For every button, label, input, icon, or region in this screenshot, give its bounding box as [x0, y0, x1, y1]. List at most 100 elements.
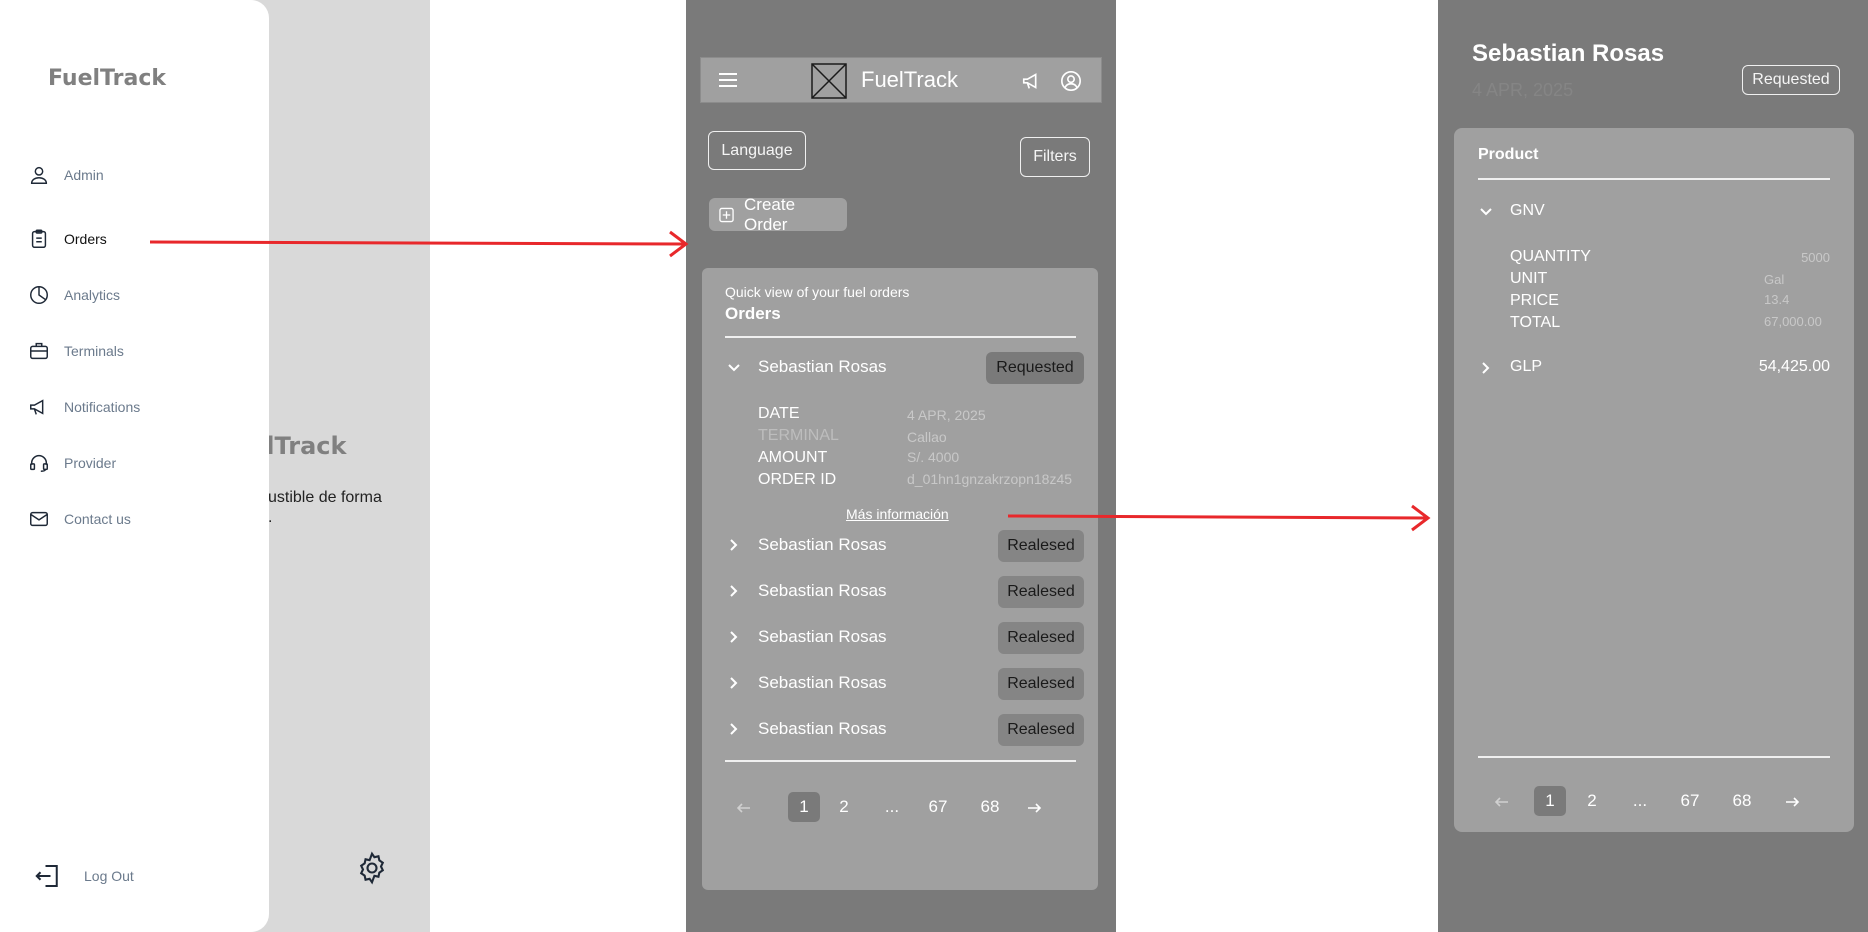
- nav-drawer: FuelTrack Admin Orders Analytics Termina…: [0, 0, 269, 932]
- nav-item-notifications[interactable]: Notifications: [28, 393, 140, 421]
- order-customer-name: Sebastian Rosas: [758, 719, 887, 738]
- divider: [725, 336, 1076, 338]
- nav-item-admin[interactable]: Admin: [28, 161, 104, 189]
- page-2[interactable]: 2: [1576, 786, 1608, 816]
- nav-item-label: Analytics: [64, 287, 121, 303]
- nav-item-analytics[interactable]: Analytics: [28, 281, 120, 309]
- user-profile-icon[interactable]: [1060, 70, 1082, 92]
- order-row[interactable]: Sebastian Rosas Realesed: [726, 620, 1092, 656]
- prev-page-arrow-icon[interactable]: [1494, 794, 1510, 810]
- menu-screen: elTrack ustible de forma . FuelTrack Adm…: [0, 0, 430, 932]
- logo-placeholder-icon: [811, 63, 847, 99]
- order-row[interactable]: Sebastian Rosas Realesed: [726, 712, 1092, 748]
- chevron-right-icon[interactable]: [726, 721, 742, 737]
- product-row-glp[interactable]: GLP 54,425.00: [1478, 356, 1830, 384]
- background-tagline-line1: ustible de forma: [268, 489, 382, 506]
- nav-item-orders[interactable]: Orders: [28, 225, 107, 253]
- detail-label: ORDER ID: [758, 471, 837, 488]
- detail-customer-name: Sebastian Rosas: [1472, 40, 1665, 67]
- detail-value: Gal: [1764, 272, 1785, 287]
- chevron-down-icon[interactable]: [726, 360, 742, 376]
- detail-value: 67,000.00: [1764, 314, 1822, 329]
- pie-chart-icon: [30, 286, 48, 304]
- next-page-arrow-icon[interactable]: [1026, 800, 1042, 816]
- nav-item-contact-us[interactable]: Contact us: [28, 505, 131, 533]
- order-customer-name: Sebastian Rosas: [758, 535, 887, 554]
- more-info-link[interactable]: Más información: [846, 506, 949, 522]
- divider: [1478, 178, 1830, 180]
- language-button[interactable]: Language: [708, 131, 806, 170]
- detail-label: QUANTITY: [1510, 248, 1591, 265]
- user-icon: [30, 166, 48, 184]
- settings-icon[interactable]: [354, 850, 390, 886]
- nav-item-label: Orders: [64, 231, 107, 247]
- chevron-right-icon[interactable]: [726, 583, 742, 599]
- status-badge: Requested: [1742, 65, 1840, 95]
- product-total: 54,425.00: [1758, 358, 1830, 375]
- create-order-button[interactable]: Create Order: [709, 195, 847, 234]
- filters-button[interactable]: Filters: [1020, 137, 1090, 177]
- divider: [1478, 756, 1830, 758]
- detail-label: DATE: [758, 405, 800, 422]
- clipboard-icon: [31, 229, 47, 248]
- create-order-label: Create Order: [744, 194, 796, 234]
- page-ellipsis: ...: [1632, 791, 1648, 810]
- page-ellipsis: ...: [884, 797, 900, 816]
- page-68[interactable]: 68: [1726, 786, 1758, 816]
- page-1[interactable]: 1: [788, 792, 820, 822]
- status-badge: Realesed: [998, 576, 1084, 608]
- detail-value: S/. 4000: [907, 449, 960, 465]
- chevron-right-icon[interactable]: [726, 675, 742, 691]
- nav-item-terminals[interactable]: Terminals: [28, 337, 124, 365]
- detail-date: 4 APR, 2025: [1472, 80, 1574, 100]
- logout-button[interactable]: Log Out: [30, 862, 134, 890]
- background-tagline: ustible de forma .: [268, 488, 382, 528]
- status-badge: Requested: [986, 352, 1084, 384]
- order-row-expanded[interactable]: Sebastian Rosas Requested: [726, 350, 1092, 386]
- product-row-gnv[interactable]: GNV: [1478, 200, 1830, 228]
- page-67[interactable]: 67: [1674, 786, 1706, 816]
- briefcase-icon: [30, 342, 48, 360]
- page-67[interactable]: 67: [922, 792, 954, 822]
- megaphone-icon: [30, 399, 44, 415]
- detail-value: d_01hn1gnzakrzopn18z45: [907, 471, 1073, 487]
- detail-value: 5000: [1801, 250, 1830, 265]
- detail-label: TOTAL: [1510, 314, 1561, 331]
- drawer-brand: FuelTrack: [48, 66, 167, 91]
- card-subtitle: Quick view of your fuel orders: [725, 284, 910, 300]
- pagination: 1 2 ... 67 68: [736, 792, 1066, 824]
- detail-value: 13.4: [1764, 292, 1790, 307]
- page-1[interactable]: 1: [1534, 786, 1566, 816]
- app-top-bar: FuelTrack: [700, 57, 1102, 103]
- nav-item-provider[interactable]: Provider: [28, 449, 116, 477]
- prev-page-arrow-icon[interactable]: [736, 800, 752, 816]
- logout-icon: [35, 865, 58, 887]
- background-tagline-line2: .: [268, 509, 273, 526]
- page-2[interactable]: 2: [828, 792, 860, 822]
- product-name: GLP: [1510, 358, 1543, 375]
- status-badge: Realesed: [998, 622, 1084, 654]
- detail-value: 4 APR, 2025: [907, 407, 986, 423]
- megaphone-icon[interactable]: [1021, 70, 1043, 92]
- order-row[interactable]: Sebastian Rosas Realesed: [726, 528, 1092, 564]
- section-title: Product: [1478, 146, 1539, 163]
- chevron-right-icon[interactable]: [726, 537, 742, 553]
- order-row[interactable]: Sebastian Rosas Realesed: [726, 666, 1092, 702]
- order-customer-name: Sebastian Rosas: [758, 673, 887, 692]
- orders-screen: FuelTrack Language Filters Create Order …: [686, 0, 1116, 932]
- chevron-right-icon[interactable]: [1478, 360, 1494, 376]
- order-row[interactable]: Sebastian Rosas Realesed: [726, 574, 1092, 610]
- detail-label: TERMINAL: [758, 427, 839, 444]
- status-badge: Realesed: [998, 668, 1084, 700]
- next-page-arrow-icon[interactable]: [1784, 794, 1800, 810]
- page-68[interactable]: 68: [974, 792, 1006, 822]
- nav-item-label: Provider: [64, 455, 117, 471]
- mail-icon: [30, 511, 48, 527]
- chevron-right-icon[interactable]: [726, 629, 742, 645]
- hamburger-menu-icon[interactable]: [717, 70, 739, 90]
- product-card: Product GNV QUANTITY 5000 UNIT Gal PRICE…: [1454, 128, 1854, 832]
- divider: [725, 760, 1076, 762]
- chevron-down-icon[interactable]: [1478, 204, 1494, 220]
- headset-icon: [30, 455, 48, 472]
- pagination: 1 2 ... 67 68: [1494, 786, 1824, 818]
